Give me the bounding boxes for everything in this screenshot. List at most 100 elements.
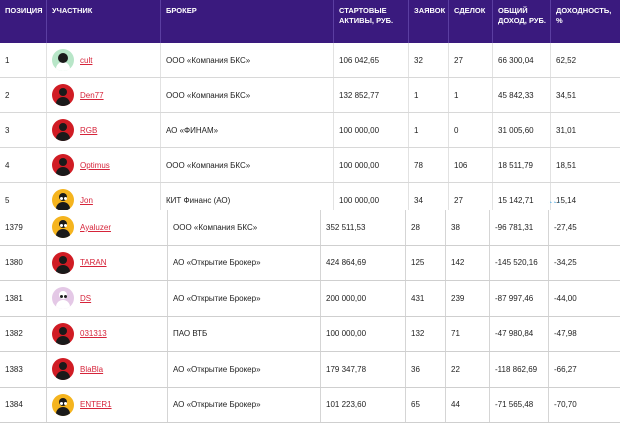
- participant: Jon: [52, 189, 93, 211]
- participant-cell: DS: [47, 281, 168, 316]
- position-value: 1380: [5, 258, 23, 268]
- income-cell: 31 005,60: [493, 113, 551, 147]
- income-value: 66 300,04: [498, 55, 534, 65]
- broker-cell: АО «Открытие Брокер»: [168, 387, 321, 422]
- header-yield[interactable]: ДОХОДНОСТЬ, %: [551, 0, 620, 43]
- yield-value: 18,51: [556, 160, 577, 170]
- deals-value: 142: [451, 258, 465, 268]
- participant-link[interactable]: BlaBla: [80, 365, 103, 374]
- table-row: 1383 BlaBla АО «Открытие Брокер» 179 347,78…: [0, 352, 620, 388]
- participant-link[interactable]: DS: [80, 294, 91, 303]
- assets-value: 106 042,65: [339, 55, 380, 65]
- orders-cell: 32: [409, 43, 449, 77]
- orders-cell: 1: [409, 113, 449, 147]
- broker-value: АО «Открытие Брокер»: [173, 364, 261, 374]
- position-cell: 4: [0, 148, 47, 182]
- participant-cell: RGB: [47, 113, 161, 147]
- position-cell: 1383: [0, 352, 47, 387]
- position-value: 1384: [5, 400, 23, 410]
- participant-link[interactable]: Optimus: [80, 161, 110, 170]
- avatar: [52, 119, 74, 141]
- participant-cell: 031313: [47, 316, 168, 351]
- deals-cell: 27: [449, 43, 493, 77]
- yield-cell: 62,52: [551, 43, 620, 77]
- assets-cell: 100 000,00: [321, 316, 406, 351]
- participant-link[interactable]: RGB: [80, 126, 97, 135]
- yield-cell: -27,45: [549, 210, 620, 245]
- participant-cell: Den77: [47, 78, 161, 112]
- participant-link[interactable]: cult: [80, 56, 92, 65]
- income-value: -145 520,16: [495, 258, 538, 268]
- participant-link[interactable]: ENTER1: [80, 400, 112, 409]
- participant-link[interactable]: Den77: [80, 91, 104, 100]
- avatar: [52, 287, 74, 310]
- table-row: 2 Den77 ООО «Компания БКС» 132 852,77 1 1 45 8…: [0, 78, 620, 113]
- deals-cell: 106: [449, 148, 493, 182]
- yield-cell: -44,00: [549, 281, 620, 316]
- header-broker[interactable]: БРОКЕР: [161, 0, 334, 43]
- orders-value: 32: [414, 55, 423, 65]
- table-row: 1380 TARAN АО «Открытие Брокер» 424 864,69 1…: [0, 245, 620, 281]
- income-value: -118 862,69: [495, 364, 538, 374]
- yield-value: -47,98: [554, 329, 577, 339]
- broker-cell: ООО «Компания БКС»: [161, 43, 334, 77]
- position-value: 4: [5, 160, 10, 170]
- assets-value: 179 347,78: [326, 364, 367, 374]
- participant-link[interactable]: TARAN: [80, 258, 107, 267]
- position-value: 1: [5, 55, 10, 65]
- header-position[interactable]: ПОЗИЦИЯ: [0, 0, 47, 43]
- income-value: -47 980,84: [495, 329, 534, 339]
- yield-value: -27,45: [554, 222, 577, 232]
- assets-value: 100 000,00: [339, 125, 380, 135]
- assets-cell: 101 223,60: [321, 387, 406, 422]
- participant-link[interactable]: Jon: [80, 196, 93, 205]
- header-assets[interactable]: СТАРТОВЫЕ АКТИВЫ, РУБ.: [334, 0, 409, 43]
- orders-value: 431: [411, 293, 425, 303]
- orders-cell: 28: [406, 210, 446, 245]
- header-income[interactable]: ОБЩИЙ ДОХОД, РУБ.: [493, 0, 551, 43]
- broker-cell: АО «Открытие Брокер»: [168, 281, 321, 316]
- position-cell: 1382: [0, 316, 47, 351]
- leaderboard-bottom-table: 1379 Ayaluzer ООО «Компания БКС» 352 511,53…: [0, 210, 620, 423]
- broker-value: АО «Открытие Брокер»: [173, 400, 261, 410]
- table-row: 1381 DS АО «Открытие Брокер» 200 000,00 431 2…: [0, 281, 620, 317]
- broker-cell: АО «Открытие Брокер»: [168, 245, 321, 280]
- orders-value: 28: [411, 222, 420, 232]
- yield-cell: -47,98: [549, 317, 620, 352]
- income-cell: -145 520,16: [490, 245, 549, 280]
- deals-cell: 71: [446, 316, 490, 351]
- participant: Den77: [52, 84, 104, 106]
- broker-value: АО «Открытие Брокер»: [173, 258, 261, 268]
- participant-link[interactable]: Ayaluzer: [80, 223, 111, 232]
- participant-link[interactable]: 031313: [80, 329, 107, 338]
- avatar: [52, 154, 74, 176]
- yield-value: 31,01: [556, 125, 577, 135]
- assets-value: 424 864,69: [326, 258, 367, 268]
- position-cell: 3: [0, 113, 47, 147]
- position-value: 1379: [5, 222, 23, 232]
- broker-value: ПАО ВТБ: [173, 329, 208, 339]
- income-cell: -87 997,46: [490, 281, 549, 316]
- assets-value: 200 000,00: [326, 293, 367, 303]
- orders-cell: 65: [406, 387, 446, 422]
- broker-value: КИТ Финанс (АО): [166, 195, 231, 205]
- header-orders[interactable]: ЗАЯВОК: [409, 0, 449, 43]
- position-cell: 2: [0, 78, 47, 112]
- header-participant[interactable]: УЧАСТНИК: [47, 0, 161, 43]
- avatar: [52, 322, 74, 345]
- header-deals[interactable]: СДЕЛОК: [449, 0, 493, 43]
- position-cell: 1: [0, 43, 47, 77]
- assets-value: 100 000,00: [339, 160, 380, 170]
- broker-cell: ООО «Компания БКС»: [161, 148, 334, 182]
- yield-value: 62,52: [556, 55, 577, 65]
- orders-value: 1: [414, 90, 419, 100]
- assets-cell: 179 347,78: [321, 352, 406, 387]
- deals-value: 0: [454, 125, 459, 135]
- income-value: -96 781,31: [495, 222, 534, 232]
- participant: RGB: [52, 119, 97, 141]
- broker-value: ООО «Компания БКС»: [173, 222, 258, 232]
- deals-value: 27: [454, 195, 463, 205]
- orders-cell: 78: [409, 148, 449, 182]
- participant-cell: BlaBla: [47, 352, 168, 387]
- income-cell: 66 300,04: [493, 43, 551, 77]
